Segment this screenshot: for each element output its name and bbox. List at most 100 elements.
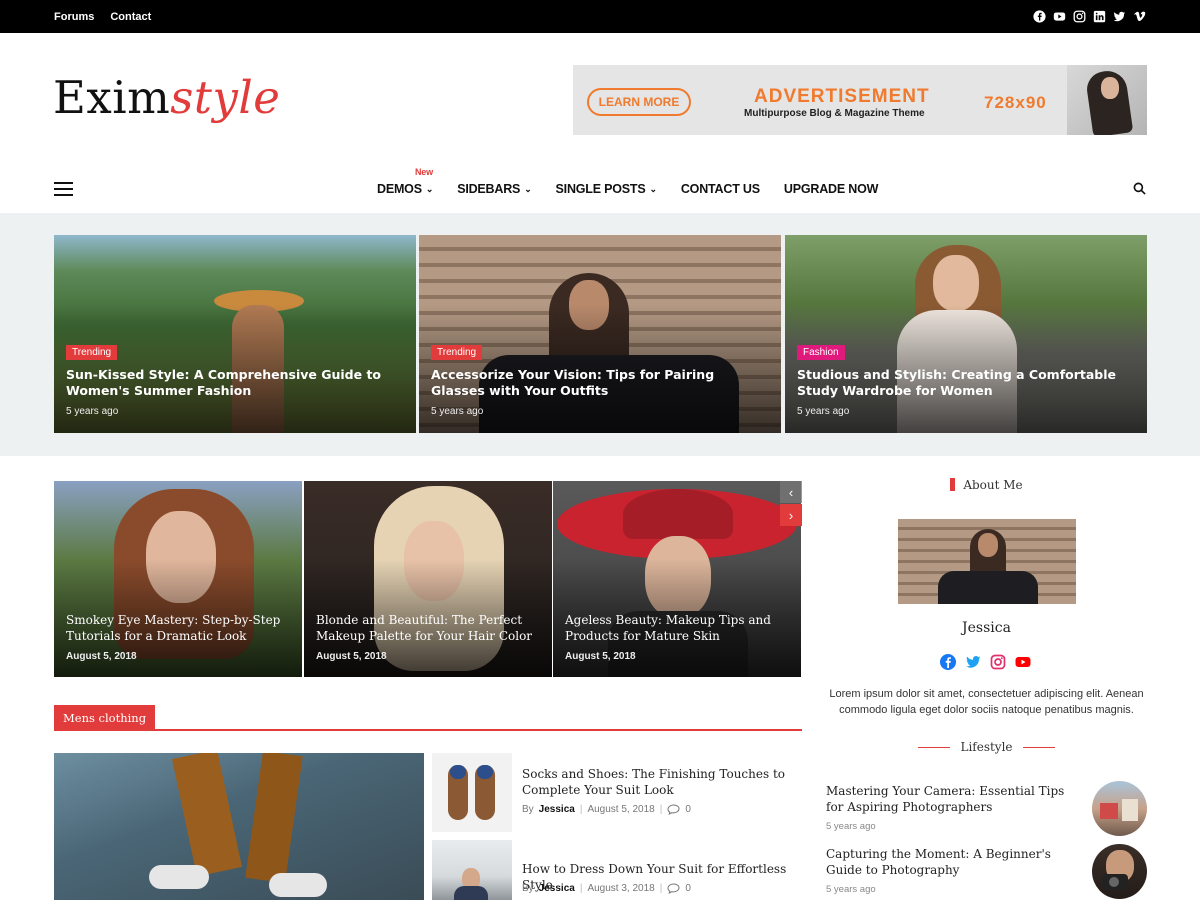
about-heading-label: About Me	[963, 478, 1023, 492]
contact-link[interactable]: Contact	[110, 11, 151, 23]
heading-accent	[950, 478, 956, 491]
search-icon[interactable]	[1133, 182, 1146, 195]
twitter-icon[interactable]	[965, 654, 981, 670]
sidebar-post-title[interactable]: Capturing the Moment: A Beginner's Guide…	[826, 846, 1076, 878]
section-divider	[54, 729, 802, 731]
menu-contact-us[interactable]: CONTACT US	[681, 182, 760, 196]
slide-date: August 5, 2018	[565, 651, 636, 662]
main-menu: New DEMOS ⌄ SIDEBARS ⌄ SINGLE POSTS ⌄ CO…	[377, 165, 902, 213]
new-badge: New	[415, 167, 433, 177]
menu-single-posts[interactable]: SINGLE POSTS ⌄	[555, 182, 658, 196]
slider-prev-button[interactable]: ‹	[780, 481, 802, 503]
author-social	[940, 654, 1031, 670]
chevron-down-icon: ⌄	[524, 183, 532, 194]
ad-subtitle: Multipurpose Blog & Magazine Theme	[744, 108, 925, 119]
about-photo	[898, 519, 1076, 604]
about-text: Lorem ipsum dolor sit amet, consectetuer…	[829, 688, 1144, 716]
heading-line-left	[918, 746, 951, 748]
sidebar-post-time: 5 years ago	[826, 821, 876, 832]
sidebar-post-title[interactable]: Mastering Your Camera: Essential Tips fo…	[826, 783, 1076, 815]
menu-sidebars-label: SIDEBARS	[457, 182, 521, 196]
sidebar-post[interactable]: Mastering Your Camera: Essential Tips fo…	[826, 783, 1076, 832]
featured-time: 5 years ago	[431, 406, 484, 417]
post-date: August 5, 2018	[587, 804, 655, 815]
ad-photo	[1067, 65, 1147, 135]
youtube-icon[interactable]	[1015, 654, 1031, 670]
menu-demos-label: DEMOS	[377, 182, 422, 196]
post-date: August 3, 2018	[587, 883, 655, 894]
top-social	[1033, 0, 1146, 33]
logo-part-1: Exim	[53, 71, 171, 124]
featured-title[interactable]: Sun-Kissed Style: A Comprehensive Guide …	[66, 367, 396, 399]
sidebar-post-thumbnail[interactable]	[1092, 844, 1147, 899]
main-nav: New DEMOS ⌄ SIDEBARS ⌄ SINGLE POSTS ⌄ CO…	[0, 165, 1200, 213]
ad-banner[interactable]: LEARN MORE ADVERTISEMENT Multipurpose Bl…	[573, 65, 1147, 135]
post-author[interactable]: Jessica	[539, 883, 575, 894]
slide-date: August 5, 2018	[316, 651, 387, 662]
top-links: Forums Contact	[54, 0, 151, 33]
logo-part-2: style	[170, 71, 281, 124]
post-thumbnail[interactable]	[432, 840, 512, 900]
comment-icon	[667, 883, 680, 894]
slide-title[interactable]: Blonde and Beautiful: The Perfect Makeup…	[316, 612, 542, 644]
comment-count[interactable]: 0	[685, 883, 691, 894]
youtube-icon[interactable]	[1053, 10, 1066, 23]
menu-upgrade-now[interactable]: UPGRADE NOW	[783, 182, 879, 196]
comment-count[interactable]: 0	[685, 804, 691, 815]
post-by: By	[522, 804, 534, 815]
hamburger-menu-icon[interactable]	[54, 182, 73, 196]
vimeo-icon[interactable]	[1133, 10, 1146, 23]
featured-time: 5 years ago	[66, 406, 119, 417]
linkedin-icon[interactable]	[1093, 10, 1106, 23]
slider-slide[interactable]: Blonde and Beautiful: The Perfect Makeup…	[304, 481, 552, 677]
heading-line-right	[1022, 746, 1055, 748]
menu-contact-us-label: CONTACT US	[680, 182, 760, 196]
category-tag[interactable]: Trending	[431, 345, 483, 360]
menu-demos[interactable]: New DEMOS ⌄	[377, 167, 434, 196]
chevron-down-icon: ⌄	[425, 183, 434, 194]
menu-single-posts-label: SINGLE POSTS	[555, 182, 646, 196]
featured-time: 5 years ago	[797, 406, 850, 417]
comment-icon	[667, 804, 680, 815]
featured-card[interactable]: Trending Accessorize Your Vision: Tips f…	[419, 235, 781, 433]
chevron-down-icon: ⌄	[649, 183, 658, 194]
sidebar-post[interactable]: Capturing the Moment: A Beginner's Guide…	[826, 846, 1076, 895]
facebook-icon[interactable]	[1033, 10, 1046, 23]
ad-title: ADVERTISEMENT	[754, 86, 930, 107]
featured-post-image[interactable]	[54, 753, 424, 900]
twitter-icon[interactable]	[1113, 10, 1126, 23]
post-thumbnail[interactable]	[432, 753, 512, 832]
featured-card[interactable]: Trending Sun-Kissed Style: A Comprehensi…	[54, 235, 416, 433]
forums-link[interactable]: Forums	[54, 11, 94, 23]
post-title[interactable]: Socks and Shoes: The Finishing Touches t…	[522, 766, 802, 798]
learn-more-button[interactable]: LEARN MORE	[587, 88, 691, 116]
menu-sidebars[interactable]: SIDEBARS ⌄	[457, 182, 532, 196]
top-bar: Forums Contact	[0, 0, 1200, 33]
lifestyle-heading: Lifestyle	[826, 740, 1147, 754]
post-by: By	[522, 883, 534, 894]
slider-slide[interactable]: Ageless Beauty: Makeup Tips and Products…	[553, 481, 801, 677]
slider-slide[interactable]: Smokey Eye Mastery: Step-by-Step Tutoria…	[54, 481, 302, 677]
site-logo[interactable]: Eximstyle	[53, 70, 280, 126]
featured-card[interactable]: Fashion Studious and Stylish: Creating a…	[785, 235, 1147, 433]
instagram-icon[interactable]	[1073, 10, 1086, 23]
about-heading: About Me	[826, 478, 1147, 492]
post-author[interactable]: Jessica	[539, 804, 575, 815]
ad-size: 728x90	[984, 93, 1047, 112]
slide-date: August 5, 2018	[66, 651, 137, 662]
menu-upgrade-now-label: UPGRADE NOW	[783, 182, 879, 196]
facebook-icon[interactable]	[940, 654, 956, 670]
category-tag[interactable]: Trending	[66, 345, 118, 360]
sidebar-post-thumbnail[interactable]	[1092, 781, 1147, 836]
slider-next-button[interactable]: ›	[780, 504, 802, 526]
instagram-icon[interactable]	[990, 654, 1006, 670]
sidebar-post-time: 5 years ago	[826, 884, 876, 895]
featured-title[interactable]: Studious and Stylish: Creating a Comfort…	[797, 367, 1127, 399]
lifestyle-heading-label: Lifestyle	[960, 740, 1013, 754]
section-label[interactable]: Mens clothing	[54, 705, 156, 730]
post-meta: By Jessica | August 3, 2018 | 0	[522, 883, 691, 894]
category-tag[interactable]: Fashion	[797, 345, 845, 360]
slide-title[interactable]: Ageless Beauty: Makeup Tips and Products…	[565, 612, 791, 644]
slide-title[interactable]: Smokey Eye Mastery: Step-by-Step Tutoria…	[66, 612, 292, 644]
featured-title[interactable]: Accessorize Your Vision: Tips for Pairin…	[431, 367, 761, 399]
